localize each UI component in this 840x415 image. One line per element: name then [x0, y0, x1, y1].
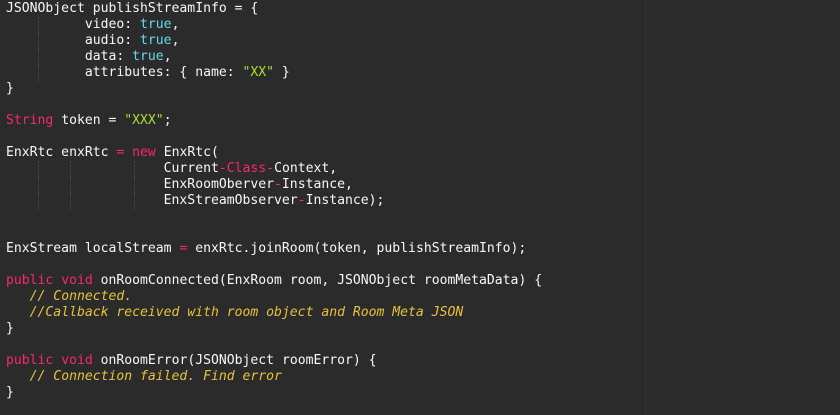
indent-guide — [38, 49, 39, 65]
code-token: onRoomConnected(EnxRoom room, JSONObject… — [92, 273, 543, 288]
code-token: } — [274, 65, 290, 80]
code-line: String token = "XXX"; — [6, 113, 542, 129]
code-area[interactable]: JSONObject publishStreamInfo = { video: … — [6, 1, 542, 401]
code-token: onRoomError(JSONObject roomError) { — [92, 353, 377, 368]
indent-guide — [38, 17, 39, 33]
code-line: } — [6, 321, 542, 337]
code-line: EnxStream localStream = enxRtc.joinRoom(… — [6, 241, 542, 257]
code-token: new — [132, 145, 156, 160]
code-token: "XX" — [242, 65, 275, 80]
indent-guide — [70, 193, 71, 209]
column-ruler — [645, 0, 646, 415]
code-line: EnxStreamObserver-Instance); — [6, 193, 542, 209]
indent-guide — [38, 193, 39, 209]
code-token: EnxRtc enxRtc — [6, 145, 117, 160]
code-token: attributes: { name: — [6, 65, 243, 80]
code-token: , — [171, 33, 180, 48]
code-line: public void onRoomConnected(EnxRoom room… — [6, 273, 542, 289]
code-line: // Connected. — [6, 289, 542, 305]
code-token: } — [6, 81, 14, 96]
code-token: Instance); — [305, 193, 385, 208]
code-token: void — [61, 353, 93, 368]
code-token: "XXX" — [124, 113, 164, 128]
code-token: - — [297, 193, 306, 208]
code-token: Instance, — [281, 177, 353, 192]
code-token: enxRtc.joinRoom(token, publishStreamInfo… — [187, 241, 527, 256]
code-line: Current-Class-Context, — [6, 161, 542, 177]
code-token: audio: — [6, 33, 141, 48]
code-token: String — [6, 113, 54, 128]
code-token: EnxStream localStream — [6, 241, 180, 256]
code-token: EnxRtc( — [155, 145, 219, 160]
code-token: Context, — [274, 161, 338, 176]
indent-guide — [38, 65, 39, 81]
code-token: data: — [6, 49, 133, 64]
code-line: data: true, — [6, 49, 542, 65]
code-token: - — [218, 161, 227, 176]
code-token: true — [140, 17, 172, 32]
code-token: public — [6, 273, 54, 288]
code-line: //Callback received with room object and… — [6, 305, 542, 321]
code-token: , — [163, 49, 172, 64]
code-token: // Connection failed. Find error — [29, 369, 282, 384]
code-line: public void onRoomError(JSONObject roomE… — [6, 353, 542, 369]
code-token: void — [61, 273, 93, 288]
indent-guide — [134, 193, 135, 209]
code-token: } — [6, 385, 14, 400]
code-line: audio: true, — [6, 33, 542, 49]
code-editor[interactable]: JSONObject publishStreamInfo = { video: … — [0, 0, 840, 415]
code-token: - — [274, 177, 282, 192]
code-token: //Callback received with room object and… — [29, 305, 464, 320]
code-token: // Connected. — [29, 289, 133, 304]
indent-guide — [70, 177, 71, 193]
indent-guide — [38, 33, 39, 49]
code-line: attributes: { name: "XX" } — [6, 65, 542, 81]
code-token: EnxRoomOberver — [6, 177, 275, 192]
indent-guide — [134, 177, 135, 193]
indent-guide — [38, 177, 39, 193]
indent-guide — [134, 161, 135, 177]
code-line: } — [6, 385, 542, 401]
code-line: EnxRtc enxRtc = new EnxRtc( — [6, 145, 542, 161]
code-token: video: — [6, 17, 141, 32]
code-token: } — [6, 321, 14, 336]
code-line: EnxRoomOberver-Instance, — [6, 177, 542, 193]
indent-guide — [38, 161, 39, 177]
code-line: JSONObject publishStreamInfo = { — [6, 1, 542, 17]
code-line: } — [6, 81, 542, 97]
code-line: video: true, — [6, 17, 542, 33]
code-token: ; — [163, 113, 172, 128]
code-token: - — [266, 161, 275, 176]
code-line: // Connection failed. Find error — [6, 369, 542, 385]
code-token: EnxStreamObserver — [6, 193, 298, 208]
code-token: true — [132, 49, 164, 64]
code-token: JSONObject publishStreamInfo = { — [6, 1, 259, 16]
code-token: Class — [226, 161, 267, 176]
indent-guide — [70, 161, 71, 177]
code-token: public — [6, 353, 54, 368]
code-token: token = — [53, 113, 125, 128]
code-token: , — [171, 17, 180, 32]
code-token: true — [140, 33, 172, 48]
